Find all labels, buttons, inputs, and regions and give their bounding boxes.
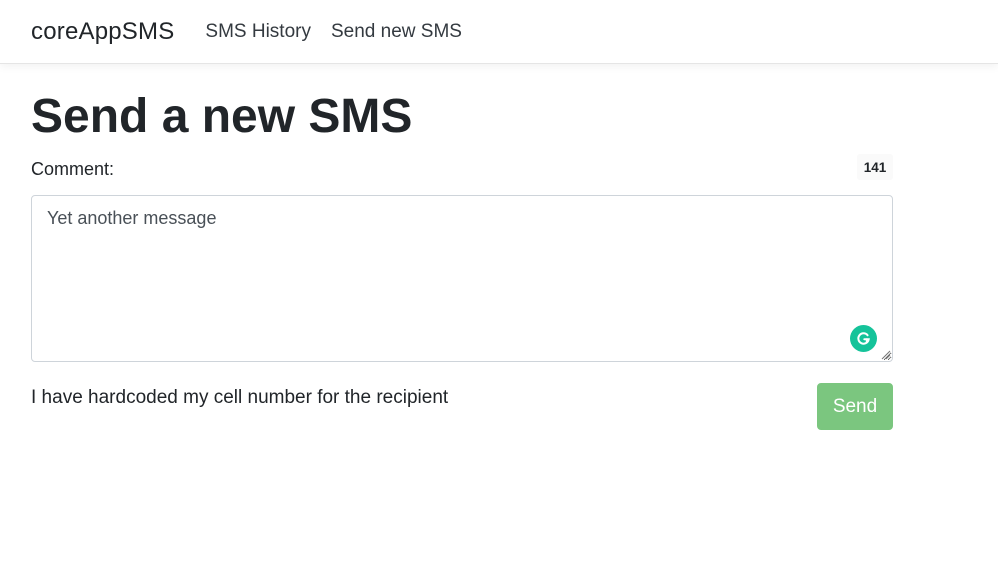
recipient-hint-text: I have hardcoded my cell number for the … (31, 387, 449, 408)
brand-link[interactable]: coreAppSMS (31, 18, 174, 46)
comment-label: Comment: (31, 159, 115, 179)
nav-link-sms-history[interactable]: SMS History (205, 21, 311, 43)
page-title: Send a new SMS (31, 90, 413, 143)
grammarly-g-glyph (857, 332, 870, 345)
send-button[interactable]: Send (817, 383, 893, 430)
comment-textarea[interactable]: Yet another message (31, 195, 893, 362)
top-navbar: coreAppSMS SMS History Send new SMS (0, 0, 998, 64)
grammarly-icon[interactable] (850, 325, 877, 352)
nav-link-send-new-sms[interactable]: Send new SMS (331, 21, 462, 43)
character-counter: 141 (857, 154, 893, 180)
resize-handle-icon[interactable] (880, 349, 891, 360)
